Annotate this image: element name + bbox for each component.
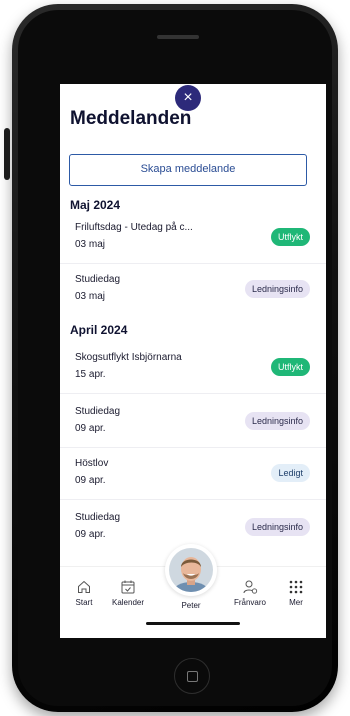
message-date: 09 apr. [75, 423, 106, 434]
message-title: Skogsutflykt Isbjörnarna [75, 352, 182, 363]
message-date: 03 maj [75, 291, 106, 302]
close-button[interactable]: × [175, 85, 201, 111]
nav-label-franvaro: Frånvaro [233, 598, 266, 607]
grid-dots-icon [289, 580, 303, 594]
nav-item-kalender[interactable]: Kalender [108, 579, 148, 607]
calendar-icon [121, 580, 135, 594]
message-date: 09 apr. [75, 529, 106, 540]
row-divider [60, 393, 326, 394]
nav-label-start: Start [75, 598, 93, 607]
profile-avatar-button[interactable] [165, 544, 217, 596]
message-row[interactable]: Studiedag 09 apr. Ledningsinfo [60, 396, 326, 448]
message-title: Studiedag [75, 274, 121, 285]
message-row[interactable]: Studiedag 03 maj Ledningsinfo [60, 264, 326, 316]
category-badge: Ledningsinfo [244, 280, 310, 298]
category-badge: Ledningsinfo [244, 518, 310, 536]
message-row[interactable]: Skogsutflykt Isbjörnarna 15 apr. Utflykt [60, 342, 326, 394]
close-icon: × [183, 89, 193, 106]
section-heading-april: April 2024 [70, 323, 128, 337]
avatar [169, 548, 213, 592]
phone-speaker [157, 35, 199, 39]
square-icon [187, 671, 198, 682]
nav-item-mer[interactable]: Mer [276, 579, 316, 607]
category-badge: Utflykt [270, 358, 310, 376]
message-title: Studiedag [75, 512, 121, 523]
message-title: Studiedag [75, 406, 121, 417]
nav-item-peter[interactable]: Peter [171, 601, 211, 610]
category-badge: Ledigt [271, 464, 310, 482]
nav-label-kalender: Kalender [111, 598, 145, 607]
message-row[interactable]: Friluftsdag - Utedag på c... 03 maj Utfl… [60, 212, 326, 264]
message-row[interactable]: Höstlov 09 apr. Ledigt [60, 448, 326, 500]
message-title: Friluftsdag - Utedag på c... [75, 222, 193, 233]
category-badge: Utflykt [270, 228, 310, 246]
app-screen: Meddelanden × Skapa meddelande Maj 2024 … [60, 84, 326, 638]
message-date: 09 apr. [75, 475, 106, 486]
category-badge: Ledningsinfo [244, 412, 310, 430]
phone-side-button [4, 128, 10, 180]
person-absence-icon [243, 580, 258, 594]
message-date: 03 maj [75, 239, 106, 250]
nav-label-mer: Mer [289, 598, 303, 607]
nav-label-peter: Peter [181, 601, 201, 610]
home-icon [78, 580, 90, 593]
phone-home-button[interactable] [174, 658, 210, 694]
message-date: 15 apr. [75, 369, 106, 380]
home-indicator [146, 622, 240, 625]
section-heading-may: Maj 2024 [70, 198, 121, 212]
create-message-button[interactable]: Skapa meddelande [69, 154, 307, 186]
row-divider [60, 499, 326, 500]
nav-item-franvaro[interactable]: Frånvaro [230, 579, 270, 607]
page-title: Meddelanden [70, 108, 192, 129]
message-title: Höstlov [75, 458, 109, 469]
nav-item-start[interactable]: Start [64, 579, 104, 607]
